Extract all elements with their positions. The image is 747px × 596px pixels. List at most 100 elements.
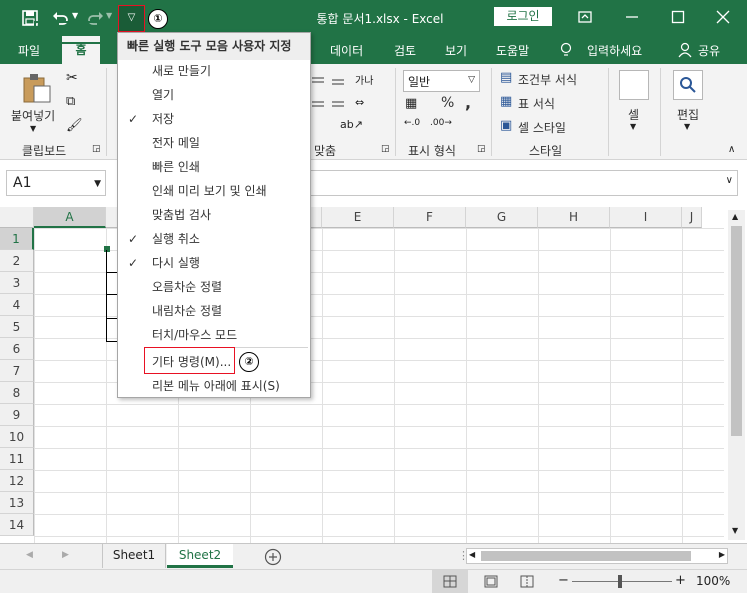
percent-button[interactable]: % [441,95,454,111]
copy-icon[interactable]: ⧉ [66,94,75,109]
format-painter-icon[interactable]: 🖌 [66,118,83,133]
menu-item[interactable]: ✓ 실행 취소 [118,227,310,251]
cut-icon[interactable]: ✂ [66,70,78,86]
select-all-corner[interactable] [0,207,34,228]
merge-icon[interactable]: ⇔ [355,96,364,109]
row-header[interactable]: 11 [0,448,34,470]
search-icon[interactable] [673,70,703,100]
menu-item[interactable]: 인쇄 미리 보기 및 인쇄 [118,179,310,203]
tab-data[interactable]: 데이터 [330,42,363,59]
add-sheet-icon[interactable] [264,548,282,566]
menu-item[interactable]: ✓ 저장 [118,107,310,131]
menu-item[interactable]: 맞춤법 검사 [118,203,310,227]
page-break-icon[interactable] [520,575,534,588]
edit-button[interactable]: 편집 [677,106,699,123]
row-header[interactable]: 5 [0,316,34,338]
row-header[interactable]: 14 [0,514,34,536]
menu-item[interactable]: ✓ 다시 실행 [118,251,310,275]
scroll-thumb[interactable] [731,226,742,436]
cells-icon[interactable] [619,70,649,100]
row-header[interactable]: 3 [0,272,34,294]
menu-item[interactable]: 빠른 인쇄 [118,155,310,179]
vertical-scrollbar[interactable]: ▲ ▼ [728,210,745,540]
zoom-out-button[interactable]: − [558,573,569,588]
menu-item-below-ribbon[interactable]: 리본 메뉴 아래에 표시(S) [118,374,310,398]
share-button[interactable]: 공유 [698,42,720,59]
zoom-in-button[interactable]: + [675,573,686,588]
cell-style-icon[interactable]: ▣ [500,118,512,133]
collapse-ribbon-icon[interactable]: ∧ [728,144,735,155]
horizontal-scrollbar[interactable]: ◀ ▶ [466,548,728,564]
row-header[interactable]: 7 [0,360,34,382]
next-sheet-icon[interactable]: ▶ [62,550,69,560]
zoom-thumb[interactable] [618,575,622,588]
page-layout-icon[interactable] [484,575,498,588]
cells-button[interactable]: 셀 [628,106,639,123]
cond-format-icon[interactable]: ▤ [500,70,512,85]
row-header[interactable]: 4 [0,294,34,316]
formula-input[interactable]: ∨ [300,170,738,196]
cond-format-button[interactable]: 조건부 서식 [518,71,577,88]
column-header[interactable]: A [34,207,106,228]
close-icon[interactable] [716,10,730,24]
paste-dropdown-icon[interactable]: ▼ [30,124,36,133]
row-header[interactable]: 13 [0,492,34,514]
edit-dropdown-icon[interactable]: ▼ [684,122,690,131]
column-header[interactable]: J [682,207,702,228]
menu-item[interactable]: 터치/마우스 모드 [118,323,310,347]
tab-review[interactable]: 검토 [394,42,416,59]
expand-formula-icon[interactable]: ∨ [726,175,733,186]
redo-dropdown-icon[interactable]: ▼ [106,11,112,20]
sheet-tab-1[interactable]: Sheet1 [102,544,166,568]
row-header[interactable]: 10 [0,426,34,448]
minimize-icon[interactable] [625,10,639,24]
table-format-button[interactable]: 표 서식 [518,95,555,112]
row-header[interactable]: 12 [0,470,34,492]
dialog-launcher-icon[interactable]: ◲ [92,144,101,154]
scroll-down-icon[interactable]: ▼ [732,526,738,535]
column-header[interactable]: E [322,207,394,228]
zoom-level[interactable]: 100% [696,574,730,588]
menu-item[interactable]: 새로 만들기 [118,59,310,83]
row-header[interactable]: 2 [0,250,34,272]
paste-icon[interactable] [20,72,52,104]
cell-style-button[interactable]: 셀 스타일 [518,119,566,136]
row-header[interactable]: 1 [0,228,34,250]
login-button[interactable]: 로그인 [494,7,552,26]
number-format-select[interactable]: 일반 ▽ [403,70,480,92]
prev-sheet-icon[interactable]: ◀ [26,550,33,560]
tab-view[interactable]: 보기 [445,42,467,59]
wrap-text-icon[interactable]: 가나 [355,72,373,87]
column-header[interactable]: H [538,207,610,228]
menu-item[interactable]: 오름차순 정렬 [118,275,310,299]
dialog-launcher-icon[interactable]: ◲ [381,144,390,154]
row-header[interactable]: 8 [0,382,34,404]
column-header[interactable]: I [610,207,682,228]
row-header[interactable]: 6 [0,338,34,360]
sheet-tab-2[interactable]: Sheet2 [167,544,233,568]
scroll-right-icon[interactable]: ▶ [719,550,725,559]
scroll-up-icon[interactable]: ▲ [732,212,738,221]
menu-item[interactable]: 내림차순 정렬 [118,299,310,323]
column-header[interactable]: F [394,207,466,228]
menu-item[interactable]: 열기 [118,83,310,107]
undo-dropdown-icon[interactable]: ▼ [72,11,78,20]
tab-file[interactable]: 파일 [18,42,40,59]
maximize-icon[interactable] [671,10,685,24]
scroll-thumb[interactable] [481,551,691,561]
comma-button[interactable]: , [465,93,471,112]
zoom-slider[interactable] [572,581,672,582]
table-format-icon[interactable]: ▦ [500,94,512,109]
dialog-launcher-icon[interactable]: ◲ [477,144,486,154]
cells-dropdown-icon[interactable]: ▼ [630,122,636,131]
paste-label[interactable]: 붙여넣기 [11,107,55,124]
increase-decimal-icon[interactable]: ←.0 [404,118,420,128]
column-header[interactable]: G [466,207,538,228]
decrease-decimal-icon[interactable]: .00→ [430,118,452,128]
normal-view-icon[interactable] [432,570,468,593]
customize-quick-access-button[interactable]: ▽ [118,5,145,32]
active-cell[interactable] [34,21,107,44]
orientation-icon[interactable]: ab↗ [340,118,363,131]
tab-help[interactable]: 도움말 [496,42,529,59]
ribbon-display-icon[interactable] [578,10,592,24]
